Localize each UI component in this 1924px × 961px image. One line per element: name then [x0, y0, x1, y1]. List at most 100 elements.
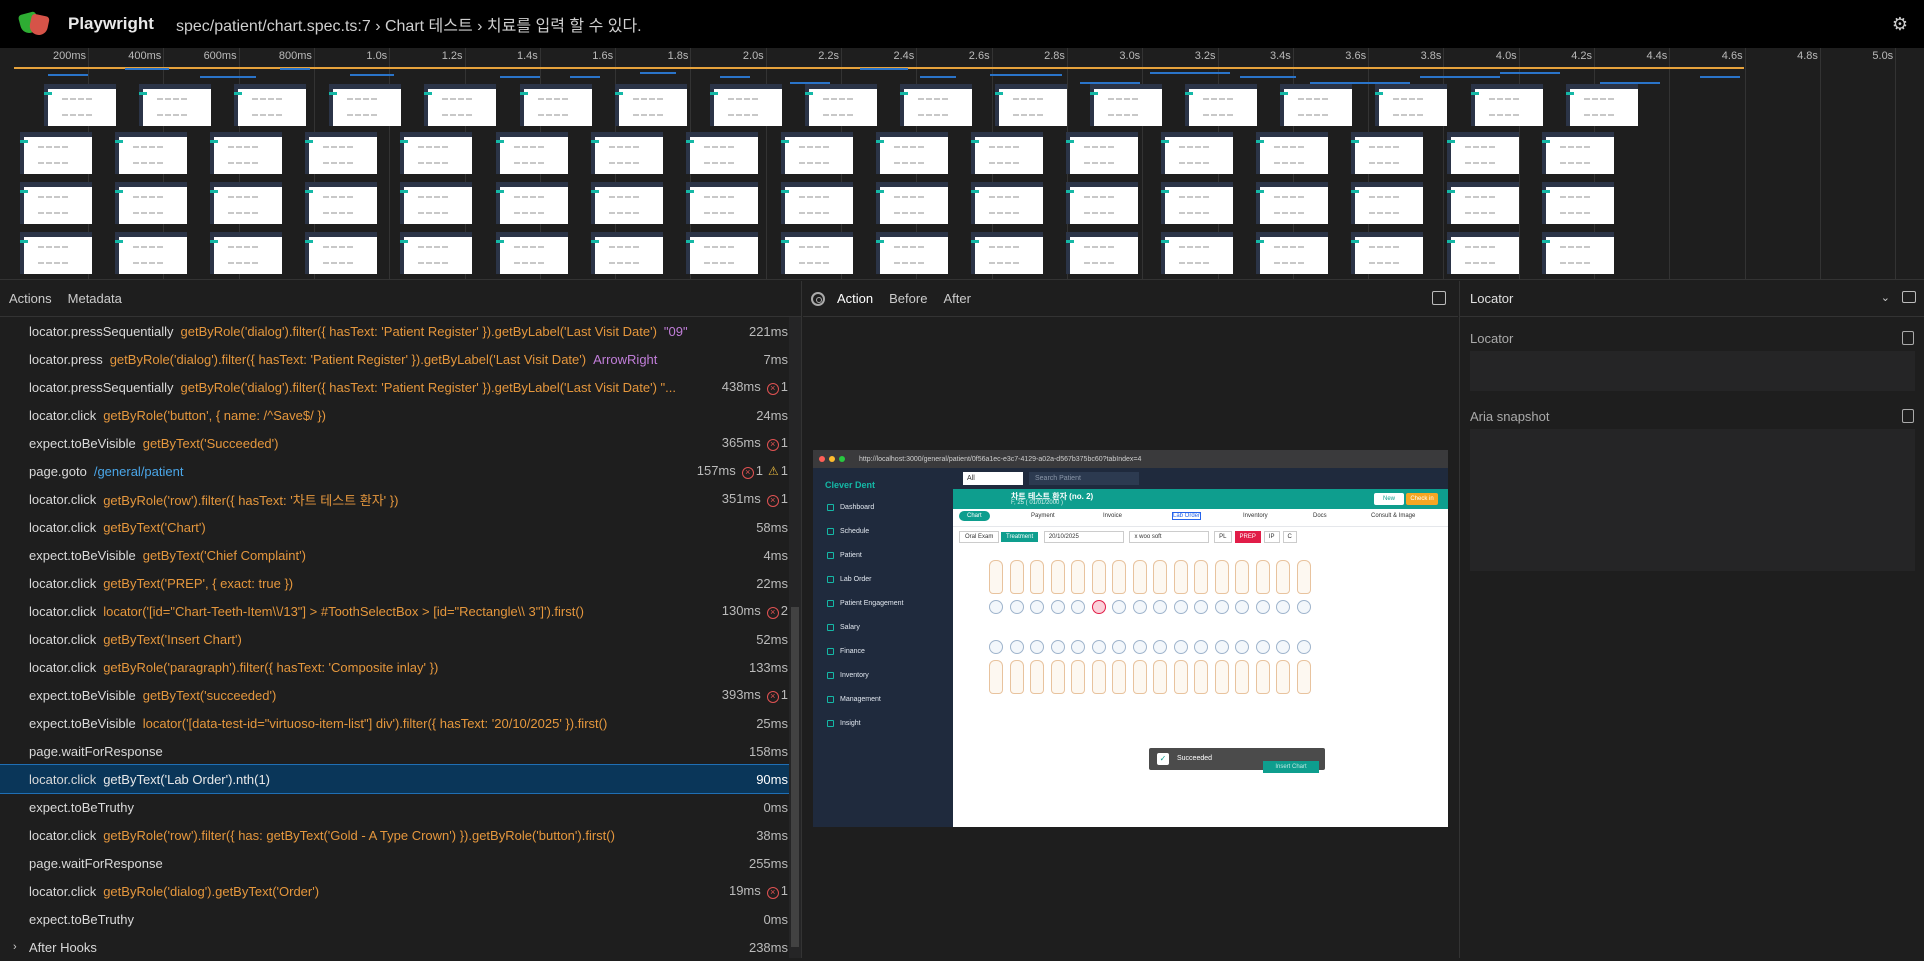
screenshot-thumbnail[interactable]	[329, 84, 402, 126]
locator-input[interactable]	[1470, 351, 1915, 391]
screenshot-thumbnail[interactable]	[210, 232, 283, 274]
screenshot-thumbnail[interactable]	[400, 132, 473, 174]
screenshot-thumbnail[interactable]	[1375, 84, 1448, 126]
open-external-icon[interactable]	[1432, 291, 1446, 305]
treatment-code[interactable]: PREP	[1234, 531, 1261, 543]
screenshot-thumbnail[interactable]	[1185, 84, 1258, 126]
action-row[interactable]: expect.toBeTruthy 0ms	[0, 905, 790, 933]
upper-tooth[interactable]	[1071, 560, 1085, 594]
screenshot-thumbnail[interactable]	[614, 84, 687, 126]
screenshot-thumbnail[interactable]	[139, 84, 212, 126]
lower-tooth[interactable]	[1255, 660, 1270, 694]
treatment-code[interactable]: C	[1282, 531, 1297, 543]
screenshot-thumbnail[interactable]	[971, 232, 1043, 274]
screenshot-thumbnail[interactable]	[400, 182, 473, 224]
screenshot-thumbnail[interactable]	[971, 132, 1043, 174]
tooth-surface[interactable]	[1214, 600, 1229, 614]
tooth-surface[interactable]	[1153, 640, 1167, 654]
action-row[interactable]: locator.click getByRole('row').filter({ h…	[0, 485, 790, 513]
screenshot-thumbnail[interactable]	[305, 132, 378, 174]
screenshot-thumbnail[interactable]	[1446, 182, 1519, 224]
after-hooks-row[interactable]: › After Hooks 238ms	[0, 933, 790, 961]
screenshot-thumbnail[interactable]	[495, 132, 568, 174]
lower-tooth[interactable]	[1296, 660, 1311, 694]
action-row[interactable]: expect.toBeTruthy 0ms	[0, 793, 790, 821]
snapshot-nav-item[interactable]: Inventory	[827, 672, 869, 679]
tooth-surface[interactable]	[1153, 600, 1167, 614]
screenshot-thumbnail[interactable]	[590, 182, 663, 224]
patient-tab[interactable]: Invoice	[1103, 513, 1122, 519]
screenshot-thumbnail[interactable]	[1256, 132, 1329, 174]
upper-tooth[interactable]	[1091, 560, 1106, 594]
lower-tooth[interactable]	[1091, 660, 1106, 694]
tooth-surface[interactable]	[1071, 640, 1085, 654]
screenshot-thumbnail[interactable]	[685, 182, 758, 224]
action-row[interactable]: locator.pressSequentially getByRole('dial…	[0, 373, 790, 401]
action-row[interactable]: locator.click getByText('Insert Chart') 52…	[0, 625, 790, 653]
patient-tab[interactable]: Inventory	[1243, 513, 1268, 519]
tooth-surface[interactable]	[1009, 640, 1024, 654]
upper-tooth[interactable]	[1050, 560, 1065, 594]
lower-tooth[interactable]	[1112, 660, 1126, 694]
new-button[interactable]: New	[1374, 493, 1404, 505]
action-row[interactable]: locator.click getByText('PREP', { exact: …	[0, 569, 790, 597]
snapshot-nav-item[interactable]: Management	[827, 696, 881, 703]
action-row[interactable]: page.goto/general/patient 157ms × 1 ⚠ 1	[0, 457, 790, 485]
tooth-surface[interactable]	[1276, 600, 1290, 614]
screenshot-thumbnail[interactable]	[1161, 182, 1234, 224]
tooth-surface[interactable]	[1214, 640, 1229, 654]
lower-tooth[interactable]	[1235, 660, 1249, 694]
screenshot-thumbnail[interactable]	[1351, 232, 1424, 274]
action-row[interactable]: locator.press getByRole('dialog').filter(…	[0, 345, 790, 373]
lower-tooth[interactable]	[1153, 660, 1167, 694]
action-row[interactable]: locator.click getByRole('dialog').getByTe…	[0, 877, 790, 905]
screenshot-thumbnail[interactable]	[210, 182, 283, 224]
lower-tooth[interactable]	[1173, 660, 1188, 694]
screenshot-thumbnail[interactable]	[115, 232, 188, 274]
tooth-surface[interactable]	[1173, 640, 1188, 654]
screenshot-thumbnail[interactable]	[780, 232, 853, 274]
scrollbar[interactable]	[789, 317, 801, 958]
screenshot-thumbnail[interactable]	[1280, 84, 1353, 126]
date-input[interactable]: 20/10/2025	[1043, 531, 1124, 543]
screenshot-thumbnail[interactable]	[1541, 182, 1614, 224]
screenshot-thumbnail[interactable]	[899, 84, 972, 126]
screenshot-thumbnail[interactable]	[995, 84, 1067, 126]
screenshot-thumbnail[interactable]	[685, 232, 758, 274]
treatment-tab[interactable]: Treatment	[1001, 532, 1039, 542]
tooth-surface[interactable]	[1009, 600, 1024, 614]
action-row[interactable]: expect.toBeVisible getByText('succeeded')…	[0, 681, 790, 709]
upper-tooth[interactable]	[1276, 560, 1290, 594]
copy-icon[interactable]	[1902, 331, 1914, 345]
lower-tooth[interactable]	[1214, 660, 1229, 694]
snapshot-nav-item[interactable]: Insight	[827, 720, 861, 727]
screenshot-thumbnail[interactable]	[20, 232, 92, 274]
screenshot-thumbnail[interactable]	[875, 232, 948, 274]
screenshot-thumbnail[interactable]	[1066, 232, 1139, 274]
screenshot-thumbnail[interactable]	[1066, 182, 1139, 224]
snapshot-nav-item[interactable]: Finance	[827, 648, 865, 655]
action-row[interactable]: locator.click getByText('Chart') 58ms	[0, 513, 790, 541]
lower-tooth[interactable]	[1009, 660, 1024, 694]
aria-snapshot-editor[interactable]	[1470, 429, 1915, 571]
screenshot-thumbnail[interactable]	[590, 132, 663, 174]
action-row[interactable]: locator.pressSequentially getByRole('dial…	[0, 317, 790, 345]
tooth-surface[interactable]	[1112, 600, 1126, 614]
screenshot-thumbnail[interactable]	[1066, 132, 1139, 174]
snapshot-nav-item[interactable]: Lab Order	[827, 576, 872, 583]
screenshot-thumbnail[interactable]	[424, 84, 497, 126]
screenshot-thumbnail[interactable]	[305, 232, 378, 274]
screenshot-thumbnail[interactable]	[1351, 182, 1424, 224]
tab-actions[interactable]: Actions	[9, 291, 52, 306]
screenshot-thumbnail[interactable]	[44, 84, 116, 126]
screenshot-thumbnail[interactable]	[1541, 132, 1614, 174]
screenshot-thumbnail[interactable]	[20, 182, 92, 224]
upper-tooth[interactable]	[1194, 560, 1208, 594]
tooth-surface[interactable]	[1050, 640, 1065, 654]
snapshot-nav-item[interactable]: Patient	[827, 552, 862, 559]
action-row[interactable]: locator.click getByRole('row').filter({ h…	[0, 821, 790, 849]
tab-after[interactable]: After	[943, 291, 970, 306]
checkin-button[interactable]: Check in	[1406, 493, 1438, 505]
upper-tooth[interactable]	[1173, 560, 1188, 594]
tooth-surface[interactable]	[1255, 640, 1270, 654]
